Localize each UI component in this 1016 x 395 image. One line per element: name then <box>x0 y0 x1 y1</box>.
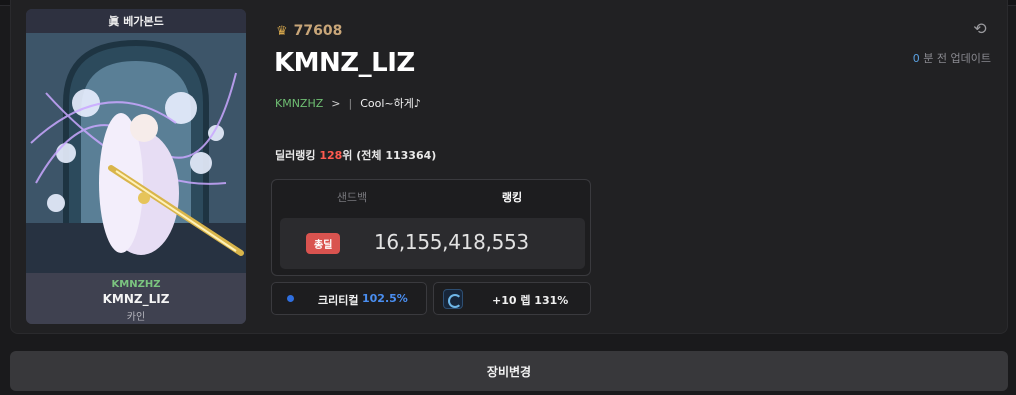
total-damage-badge: 총딜 <box>306 233 341 254</box>
separator: | <box>348 96 353 110</box>
update-count: 0 <box>912 52 920 65</box>
guild-link[interactable]: KMNZHZ <box>275 97 323 110</box>
dealer-ranking: 딜러랭킹 128위 (전체 113364) <box>275 147 436 163</box>
card-class: 카인 <box>126 312 146 323</box>
tab-ranking[interactable]: 랭킹 <box>432 189 592 205</box>
character-card[interactable]: 眞 베가본드 KMNZHZ KMNZ_LIZ 카인 <box>26 9 246 324</box>
total-damage-row: 총딜 16,155,418,553 <box>280 218 585 269</box>
character-portrait <box>26 33 246 273</box>
card-footer: KMNZHZ KMNZ_LIZ 카인 <box>26 273 246 324</box>
character-subinfo: KMNZHZ > | Cool~하게♪ <box>275 95 421 111</box>
update-label: 분 전 업데이트 <box>923 52 991 65</box>
damage-box: 샌드백 랭킹 총딜 16,155,418,553 <box>271 179 591 276</box>
critical-stat: 크리티컬 102.5% <box>271 282 427 315</box>
card-character-name: KMNZ_LIZ <box>102 292 170 306</box>
server-emblem-icon: 眞 <box>108 15 120 28</box>
ranking-number: 128 <box>319 149 343 162</box>
tab-sandbag[interactable]: 샌드백 <box>272 189 432 205</box>
card-guild: KMNZHZ <box>111 279 161 290</box>
amplify-stat: +10 렙 131% <box>433 282 591 315</box>
chevron-right-icon[interactable]: > <box>331 97 340 110</box>
adventure-name: Cool~하게♪ <box>360 97 421 110</box>
total-damage-value: 16,155,418,553 <box>374 230 529 254</box>
critical-dot-icon <box>287 295 294 302</box>
update-status: 0 분 전 업데이트 <box>913 50 991 66</box>
fame-crest-icon: ♛ <box>276 23 288 39</box>
ranking-prefix: 딜러랭킹 <box>275 149 316 162</box>
refresh-icon[interactable]: ⟲ <box>970 19 990 39</box>
fame-display: ♛ 77608 <box>276 23 342 39</box>
amplify-text: +10 렙 131% <box>492 294 569 307</box>
fame-value: 77608 <box>293 23 343 39</box>
ranking-suffix: 위 (전체 113364) <box>342 149 437 162</box>
critical-value: 102.5% <box>362 292 408 305</box>
amplify-icon <box>443 289 463 309</box>
server-header: 眞 베가본드 <box>26 9 246 33</box>
critical-label: 크리티컬 <box>318 294 359 307</box>
character-name: KMNZ_LIZ <box>274 48 415 78</box>
equip-change-button[interactable]: 장비변경 <box>10 351 1008 391</box>
server-label: 베가본드 <box>123 15 164 28</box>
